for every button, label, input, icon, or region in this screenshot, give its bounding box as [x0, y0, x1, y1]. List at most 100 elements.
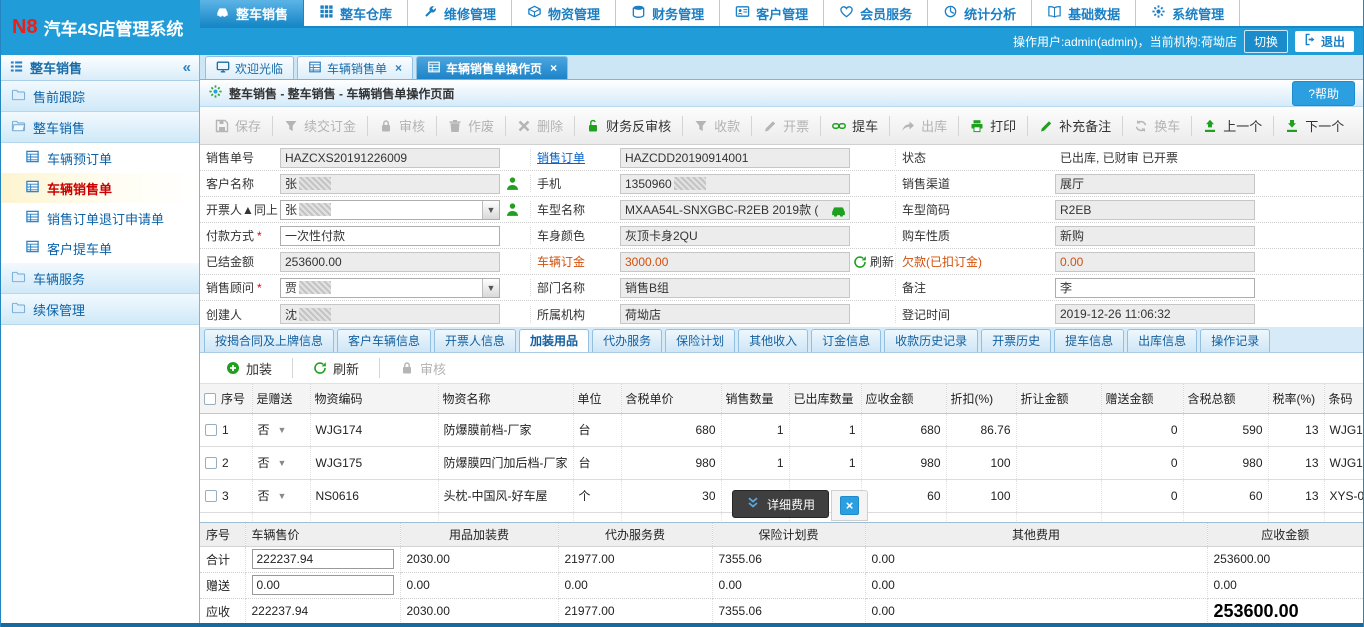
toolbar-outbound-button[interactable]: 出库: [890, 114, 958, 138]
gift-select[interactable]: 否▼: [258, 421, 287, 438]
sidebar-item-sales-order-cancel-request[interactable]: 销售订单退订申请单: [1, 203, 199, 233]
help-button[interactable]: ?帮助: [1292, 81, 1355, 106]
toolbar-add-remark-button[interactable]: 补充备注: [1028, 114, 1122, 138]
detail-tab-customer-vehicle[interactable]: 客户车辆信息: [337, 329, 431, 352]
required-star: *: [257, 281, 262, 295]
main-area: 欢迎光临 车辆销售单 × 车辆销售单操作页 × 整车销售 - 整车销售 - 车辆…: [200, 55, 1363, 623]
detail-tab-other-income[interactable]: 其他收入: [738, 329, 808, 352]
toolbar-prev-button[interactable]: 上一个: [1192, 114, 1273, 138]
grand-total: 253600.00: [1207, 598, 1363, 624]
close-icon[interactable]: ×: [550, 61, 557, 75]
chain-link-icon: [832, 119, 846, 133]
field-sales-consultant-select[interactable]: 贾▼: [280, 278, 500, 298]
nav-item-customer-management[interactable]: 客户管理: [720, 0, 824, 26]
detail-tab-mortgage[interactable]: 按揭合同及上牌信息: [204, 329, 334, 352]
chevron-down-icon[interactable]: ▼: [482, 201, 499, 219]
sidebar-item-presale-tracking[interactable]: 售前跟踪: [1, 81, 199, 112]
detail-tab-operation-log[interactable]: 操作记录: [1200, 329, 1270, 352]
row-checkbox[interactable]: [205, 457, 217, 469]
chevron-down-icon[interactable]: ▼: [482, 279, 499, 297]
row-checkbox[interactable]: [205, 424, 217, 436]
wrench-icon: [423, 4, 438, 22]
sidebar-item-vehicle-preorder[interactable]: 车辆预订单: [1, 143, 199, 173]
toolbar-audit-button[interactable]: 审核: [368, 114, 436, 138]
heart-icon: [839, 4, 854, 22]
toolbar-pickup-button[interactable]: 提车: [821, 114, 889, 138]
toolbar-renew-deposit-button[interactable]: 续交订金: [273, 114, 367, 138]
detail-tab-pickup-info[interactable]: 提车信息: [1054, 329, 1124, 352]
nav-item-finance-management[interactable]: 财务管理: [616, 0, 720, 26]
field-model-code: R2EB: [1055, 200, 1255, 220]
fee-detail-toggle[interactable]: 详细费用: [732, 490, 829, 518]
nav-item-vehicle-warehouse[interactable]: 整车仓库: [304, 0, 408, 26]
toolbar-save-button[interactable]: 保存: [204, 114, 272, 138]
switch-org-button[interactable]: 切换: [1244, 30, 1288, 53]
car-icon[interactable]: [830, 203, 847, 220]
nav-item-material-management[interactable]: 物资管理: [512, 0, 616, 26]
doc-tab-welcome[interactable]: 欢迎光临: [205, 56, 294, 79]
table-header-row: 序号 是赠送 物资编码 物资名称 单位 含税单价 销售数量 已出库数量 应收金额…: [200, 384, 1363, 413]
vehicle-price-total-input[interactable]: [252, 549, 394, 569]
sidebar-item-vehicle-service[interactable]: 车辆服务: [1, 263, 199, 294]
detail-tab-agency-service[interactable]: 代办服务: [592, 329, 662, 352]
sidebar-item-renewal-management[interactable]: 续保管理: [1, 294, 199, 325]
nav-item-repair-management[interactable]: 维修管理: [408, 0, 512, 26]
gift-select[interactable]: 否▼: [258, 454, 287, 471]
nav-item-member-service[interactable]: 会员服务: [824, 0, 928, 26]
toolbar-delete-button[interactable]: 删除: [506, 114, 574, 138]
person-icon[interactable]: [505, 202, 520, 217]
logout-button[interactable]: 退出: [1295, 31, 1354, 52]
row-checkbox[interactable]: [205, 490, 217, 502]
gift-select[interactable]: 否▼: [258, 487, 287, 504]
toolbar-print-button[interactable]: 打印: [959, 114, 1027, 138]
doc-tab-sales-order-page[interactable]: 车辆销售单操作页 ×: [416, 56, 568, 79]
field-debt: 0.00: [1055, 252, 1255, 272]
gift-select[interactable]: 否▼: [258, 520, 287, 522]
sales-order-link[interactable]: 销售订单: [537, 151, 585, 165]
field-department: 销售B组: [620, 278, 850, 298]
detail-tab-accessories[interactable]: 加装用品: [519, 329, 589, 352]
toolbar-next-button[interactable]: 下一个: [1274, 114, 1355, 138]
required-star: *: [257, 229, 262, 243]
nav-item-base-data[interactable]: 基础数据: [1032, 0, 1136, 26]
refresh-deposit-button[interactable]: 刷新: [853, 253, 894, 270]
field-label-customer-name: 客户名称: [200, 175, 280, 192]
field-remark[interactable]: 李: [1055, 278, 1255, 298]
toolbar-invoice-button[interactable]: 开票: [752, 114, 820, 138]
field-sales-channel: 展厅: [1055, 174, 1255, 194]
field-model-name: MXAA54L-SNXGBC-R2EB 2019款 (: [620, 200, 850, 220]
toolbar-finance-unaudit-button[interactable]: 财务反审核: [575, 114, 682, 138]
field-payment-method[interactable]: 一次性付款: [280, 226, 500, 246]
nav-item-vehicle-sales[interactable]: 整车销售: [200, 0, 304, 26]
vehicle-price-gift-input[interactable]: [252, 575, 394, 595]
detail-tab-deposit-info[interactable]: 订金信息: [811, 329, 881, 352]
sidebar-item-customer-pickup[interactable]: 客户提车单: [1, 233, 199, 263]
close-icon[interactable]: ×: [840, 496, 859, 515]
toolbar-swap-vehicle-button[interactable]: 换车: [1123, 114, 1191, 138]
toolbar-void-button[interactable]: 作废: [437, 114, 505, 138]
select-all-checkbox[interactable]: [204, 393, 216, 405]
detail-tab-payment-history[interactable]: 收款历史记录: [884, 329, 978, 352]
field-label-debt: 欠款(已扣订金): [895, 253, 1055, 270]
masked-text: [299, 308, 331, 321]
nav-item-statistics[interactable]: 统计分析: [928, 0, 1032, 26]
toolbar-collect-payment-button[interactable]: 收款: [683, 114, 751, 138]
add-accessory-button[interactable]: 加装: [206, 359, 292, 378]
chevron-down-icon: ▼: [278, 425, 287, 435]
refresh-accessory-button[interactable]: 刷新: [293, 359, 379, 378]
doc-tab-sales-order-list[interactable]: 车辆销售单 ×: [297, 56, 413, 79]
detail-tab-invoice-person[interactable]: 开票人信息: [434, 329, 516, 352]
person-icon[interactable]: [505, 176, 520, 191]
detail-tab-invoice-history[interactable]: 开票历史: [981, 329, 1051, 352]
field-body-color: 灰顶卡身2QU: [620, 226, 850, 246]
audit-accessory-button[interactable]: 审核: [380, 359, 466, 378]
nav-item-system-management[interactable]: 系统管理: [1136, 0, 1240, 26]
field-invoice-person-select[interactable]: 张▼: [280, 200, 500, 220]
sidebar-collapse-icon[interactable]: «: [183, 59, 191, 76]
toolbar: 保存 续交订金 审核 作废 删除 财务反审核 收款 开票: [200, 107, 1363, 145]
close-icon[interactable]: ×: [395, 61, 402, 75]
sidebar-item-vehicle-sales-order[interactable]: 车辆销售单: [1, 173, 199, 203]
detail-tab-outbound-info[interactable]: 出库信息: [1127, 329, 1197, 352]
detail-tab-insurance-plan[interactable]: 保险计划: [665, 329, 735, 352]
sidebar-item-vehicle-sales-group[interactable]: 整车销售: [1, 112, 199, 143]
